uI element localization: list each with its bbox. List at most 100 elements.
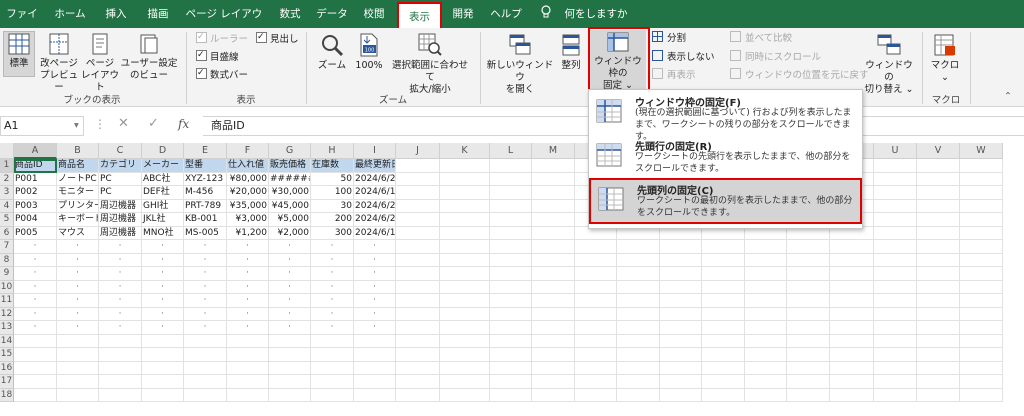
- empty-cell[interactable]: [490, 348, 532, 362]
- empty-cell[interactable]: [917, 159, 960, 173]
- empty-cell[interactable]: [745, 240, 787, 254]
- placeholder-cell[interactable]: ·: [269, 240, 311, 254]
- empty-cell[interactable]: [702, 240, 745, 254]
- empty-cell[interactable]: [99, 375, 142, 389]
- empty-cell[interactable]: [830, 253, 874, 267]
- empty-cell[interactable]: [396, 267, 440, 281]
- empty-cell[interactable]: [575, 321, 617, 335]
- empty-cell[interactable]: [575, 267, 617, 281]
- empty-cell[interactable]: [396, 294, 440, 308]
- empty-cell[interactable]: [532, 294, 575, 308]
- empty-cell[interactable]: [874, 375, 917, 389]
- tab-page-layout[interactable]: ページ レイアウト: [182, 0, 266, 48]
- empty-cell[interactable]: [787, 267, 830, 281]
- empty-cell[interactable]: [490, 307, 532, 321]
- empty-cell[interactable]: [99, 388, 142, 402]
- empty-cell[interactable]: [396, 240, 440, 254]
- empty-cell[interactable]: [702, 388, 745, 402]
- table-cell[interactable]: KB-001: [184, 213, 227, 227]
- placeholder-cell[interactable]: ·: [99, 280, 142, 294]
- empty-cell[interactable]: [617, 361, 660, 375]
- empty-cell[interactable]: [702, 361, 745, 375]
- table-cell[interactable]: ¥20,000: [227, 186, 269, 200]
- empty-cell[interactable]: [702, 280, 745, 294]
- empty-cell[interactable]: [142, 348, 184, 362]
- empty-cell[interactable]: [575, 361, 617, 375]
- empty-cell[interactable]: [440, 307, 490, 321]
- empty-cell[interactable]: [787, 307, 830, 321]
- empty-cell[interactable]: [269, 361, 311, 375]
- tab-formulas[interactable]: 数式: [274, 0, 306, 28]
- empty-cell[interactable]: [745, 321, 787, 335]
- table-cell[interactable]: ノートPC: [57, 172, 99, 186]
- column-header[interactable]: U: [874, 143, 917, 159]
- empty-cell[interactable]: [269, 348, 311, 362]
- header-cell[interactable]: カテゴリ: [99, 159, 142, 173]
- empty-cell[interactable]: [184, 361, 227, 375]
- freeze-top-row-option[interactable]: 先頭行の固定(R) ワークシートの先頭行を表示したままで、他の部分をスクロールで…: [589, 136, 862, 180]
- empty-cell[interactable]: [490, 226, 532, 240]
- placeholder-cell[interactable]: ·: [142, 307, 184, 321]
- empty-cell[interactable]: [830, 388, 874, 402]
- empty-cell[interactable]: [396, 199, 440, 213]
- empty-cell[interactable]: [14, 348, 57, 362]
- placeholder-cell[interactable]: ·: [14, 280, 57, 294]
- empty-cell[interactable]: [960, 186, 1003, 200]
- empty-cell[interactable]: [14, 388, 57, 402]
- table-cell[interactable]: 周辺機器: [99, 226, 142, 240]
- tab-help[interactable]: ヘルプ: [486, 0, 526, 28]
- empty-cell[interactable]: [787, 253, 830, 267]
- empty-cell[interactable]: [532, 172, 575, 186]
- placeholder-cell[interactable]: ·: [354, 253, 396, 267]
- empty-cell[interactable]: [917, 253, 960, 267]
- empty-cell[interactable]: [532, 375, 575, 389]
- empty-cell[interactable]: [575, 240, 617, 254]
- header-cell[interactable]: メーカー: [142, 159, 184, 173]
- placeholder-cell[interactable]: ·: [142, 253, 184, 267]
- empty-cell[interactable]: [874, 321, 917, 335]
- empty-cell[interactable]: [575, 375, 617, 389]
- empty-cell[interactable]: [575, 334, 617, 348]
- zoom-button[interactable]: ズーム: [314, 32, 350, 72]
- empty-cell[interactable]: [490, 213, 532, 227]
- table-cell[interactable]: キーボード: [57, 213, 99, 227]
- empty-cell[interactable]: [617, 267, 660, 281]
- row-header[interactable]: 16: [0, 361, 14, 375]
- empty-cell[interactable]: [660, 253, 702, 267]
- empty-cell[interactable]: [532, 321, 575, 335]
- table-cell[interactable]: プリンター: [57, 199, 99, 213]
- empty-cell[interactable]: [917, 186, 960, 200]
- row-header[interactable]: 14: [0, 334, 14, 348]
- empty-cell[interactable]: [532, 213, 575, 227]
- table-cell[interactable]: MS-005: [184, 226, 227, 240]
- table-cell[interactable]: ¥35,000: [227, 199, 269, 213]
- table-cell[interactable]: JKL社: [142, 213, 184, 227]
- empty-cell[interactable]: [617, 321, 660, 335]
- tab-home[interactable]: ホーム: [50, 0, 90, 28]
- empty-cell[interactable]: [617, 240, 660, 254]
- empty-cell[interactable]: [874, 388, 917, 402]
- table-cell[interactable]: P005: [14, 226, 57, 240]
- empty-cell[interactable]: [960, 267, 1003, 281]
- placeholder-cell[interactable]: ·: [354, 307, 396, 321]
- empty-cell[interactable]: [960, 240, 1003, 254]
- hide-window-button[interactable]: 表示しない: [652, 50, 715, 65]
- placeholder-cell[interactable]: ·: [99, 267, 142, 281]
- placeholder-cell[interactable]: ·: [269, 267, 311, 281]
- empty-cell[interactable]: [269, 388, 311, 402]
- table-cell[interactable]: 2024/6/22: [354, 199, 396, 213]
- table-cell[interactable]: P004: [14, 213, 57, 227]
- empty-cell[interactable]: [874, 159, 917, 173]
- placeholder-cell[interactable]: ·: [227, 294, 269, 308]
- empty-cell[interactable]: [57, 388, 99, 402]
- empty-cell[interactable]: [396, 388, 440, 402]
- empty-cell[interactable]: [440, 199, 490, 213]
- placeholder-cell[interactable]: ·: [142, 240, 184, 254]
- placeholder-cell[interactable]: ·: [354, 321, 396, 335]
- empty-cell[interactable]: [874, 199, 917, 213]
- placeholder-cell[interactable]: ·: [354, 294, 396, 308]
- empty-cell[interactable]: [874, 334, 917, 348]
- column-header[interactable]: D: [142, 143, 184, 159]
- empty-cell[interactable]: [575, 280, 617, 294]
- empty-cell[interactable]: [575, 388, 617, 402]
